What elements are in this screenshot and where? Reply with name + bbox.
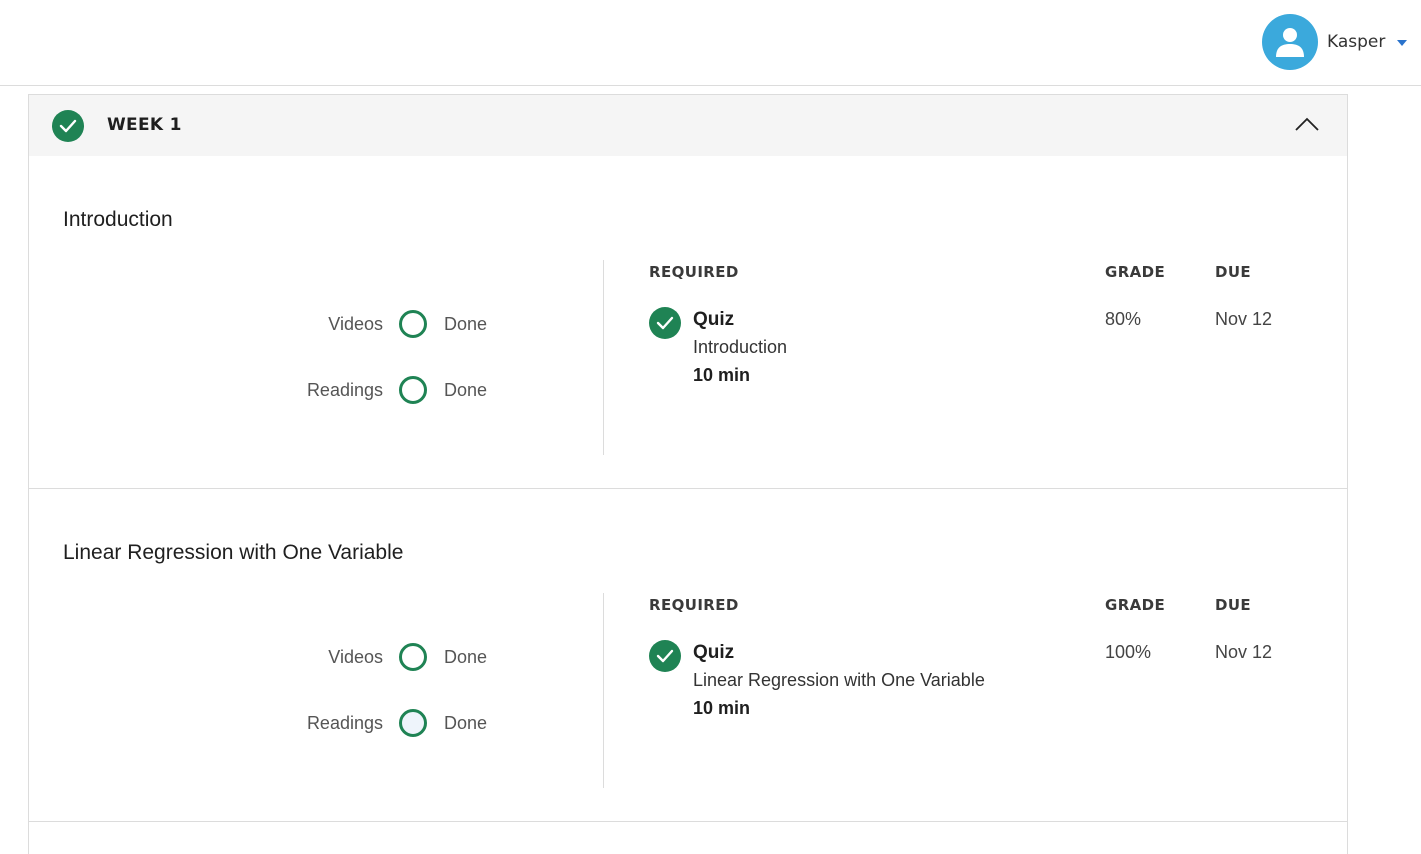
- progress-label[interactable]: Readings: [263, 380, 383, 401]
- progress-label[interactable]: Videos: [263, 314, 383, 335]
- quiz-due-date: Nov 12: [1215, 309, 1273, 329]
- week-header[interactable]: WEEK 1: [29, 95, 1347, 156]
- grade-header: GRADE: [1105, 263, 1166, 281]
- progress-ring-icon: [399, 643, 427, 671]
- required-header: REQUIRED: [649, 263, 739, 281]
- progress-ring-icon: [399, 310, 427, 338]
- progress-status: Done: [444, 646, 488, 667]
- progress-status: Done: [444, 712, 488, 733]
- grade-header: GRADE: [1105, 596, 1166, 614]
- videos-progress: Videos Done: [263, 642, 492, 672]
- check-circle-icon: [649, 640, 681, 672]
- quiz-link[interactable]: Quiz: [693, 642, 734, 664]
- divider: [603, 260, 604, 455]
- quiz-grade: 100%: [1105, 642, 1152, 662]
- lesson-title[interactable]: Introduction: [63, 208, 173, 232]
- required-header: REQUIRED: [649, 596, 739, 614]
- quiz-grade: 80%: [1105, 309, 1142, 329]
- user-menu[interactable]: Kasper: [1262, 14, 1408, 70]
- check-circle-icon: [649, 307, 681, 339]
- week-section: WEEK 1 Introduction Videos Done Readings…: [28, 94, 1348, 854]
- quiz-due-date: Nov 12: [1215, 642, 1273, 662]
- lesson-title[interactable]: Linear Regression with One Variable: [63, 541, 403, 565]
- quiz-name: Introduction: [693, 337, 788, 357]
- quiz-link[interactable]: Quiz: [693, 309, 734, 331]
- videos-progress: Videos Done: [263, 309, 492, 339]
- lesson-linear-regression: Linear Regression with One Variable Vide…: [29, 489, 1347, 822]
- progress-ring-icon: [399, 376, 427, 404]
- progress-status: Done: [444, 379, 488, 400]
- divider: [603, 593, 604, 788]
- chevron-up-icon[interactable]: [1293, 113, 1321, 137]
- user-avatar-icon[interactable]: [1262, 14, 1318, 70]
- progress-status: Done: [444, 313, 488, 334]
- top-bar: Kasper: [0, 0, 1421, 86]
- dropdown-caret-icon[interactable]: [1397, 40, 1408, 46]
- progress-ring-icon: [399, 709, 427, 737]
- progress-label[interactable]: Videos: [263, 647, 383, 668]
- due-header: DUE: [1215, 596, 1252, 614]
- check-circle-icon: [52, 110, 84, 142]
- readings-progress: Readings Done: [263, 375, 492, 405]
- user-name[interactable]: Kasper: [1327, 32, 1385, 52]
- week-title: WEEK 1: [107, 115, 182, 135]
- quiz-name: Linear Regression with One Variable: [693, 670, 985, 690]
- quiz-duration: 10 min: [693, 365, 751, 385]
- due-header: DUE: [1215, 263, 1252, 281]
- progress-label[interactable]: Readings: [263, 713, 383, 734]
- lesson-introduction: Introduction Videos Done Readings Done R…: [29, 156, 1347, 489]
- readings-progress: Readings Done: [263, 708, 492, 738]
- quiz-duration: 10 min: [693, 698, 751, 718]
